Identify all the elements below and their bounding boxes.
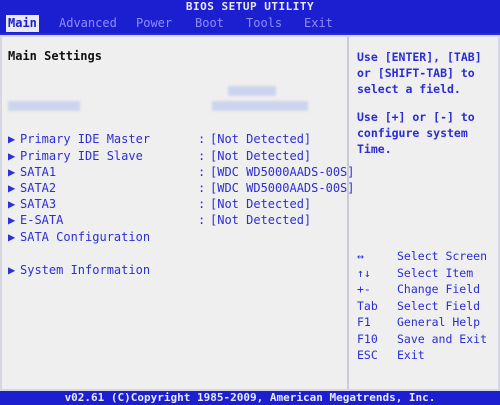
key-legend-row: F1 General Help	[357, 315, 497, 332]
system-date-value-blurred[interactable]	[212, 101, 308, 111]
menu-item-e-sata[interactable]: ▶ E-SATA	[8, 213, 63, 227]
menu-item-label: SATA2	[20, 181, 57, 195]
tab-advanced[interactable]: Advanced	[57, 15, 119, 32]
tab-tools[interactable]: Tools	[244, 15, 284, 32]
key-action: Change Field	[397, 282, 481, 296]
submenu-arrow-icon: ▶	[8, 263, 16, 277]
tab-exit[interactable]: Exit	[302, 15, 335, 32]
copyright-footer: v02.61 (C)Copyright 1985-2009, American …	[0, 391, 500, 405]
submenu-arrow-icon: ▶	[8, 181, 16, 195]
submenu-arrow-icon: ▶	[8, 132, 16, 146]
menu-item-value: [Not Detected]	[210, 197, 312, 211]
menu-item-sata2[interactable]: ▶ SATA2	[8, 181, 56, 195]
key-action: Exit	[397, 348, 425, 362]
menu-item-value: [WDC WD5000AADS-00S]	[210, 165, 355, 179]
menu-bar: Main Advanced Power Boot Tools Exit	[0, 14, 500, 33]
submenu-arrow-icon: ▶	[8, 230, 16, 244]
separator: :	[198, 181, 206, 195]
menu-item-label: SATA Configuration	[20, 230, 151, 244]
system-date-label-blurred	[8, 101, 80, 111]
menu-item-value: [Not Detected]	[210, 213, 312, 227]
key-legend-row: Tab Select Field	[357, 299, 497, 316]
key-legend-row: +- Change Field	[357, 282, 497, 299]
window-title: BIOS SETUP UTILITY	[0, 0, 500, 14]
key-legend-row: F10 Save and Exit	[357, 332, 497, 349]
menu-item-primary-ide-master[interactable]: ▶ Primary IDE Master	[8, 132, 150, 146]
help-pane: Use [ENTER], [TAB] or [SHIFT-TAB] to sel…	[349, 37, 498, 389]
menu-item-label: Primary IDE Master	[20, 132, 151, 146]
menu-item-primary-ide-slave[interactable]: ▶ Primary IDE Slave	[8, 149, 143, 163]
separator: :	[198, 197, 206, 211]
key-legend: ↔ Select Screen ↑↓ Select Item +- Change Fi…	[357, 249, 497, 365]
menu-item-value: [WDC WD5000AADS-00S]	[210, 181, 355, 195]
submenu-arrow-icon: ▶	[8, 165, 16, 179]
tab-key: Tab	[357, 298, 378, 313]
main-panel: Main Settings ▶ Primary IDE Master : [Not…	[0, 35, 500, 391]
help-text: Use [ENTER], [TAB] or [SHIFT-TAB] to sel…	[357, 49, 495, 169]
page-title: Main Settings	[8, 49, 102, 63]
menu-item-value: [Not Detected]	[210, 132, 312, 146]
menu-item-label: SATA1	[20, 165, 57, 179]
f10-key: F10	[357, 331, 378, 346]
menu-item-sata3[interactable]: ▶ SATA3	[8, 197, 56, 211]
left-right-arrows-icon: ↔	[357, 249, 364, 263]
key-action: Save and Exit	[397, 331, 488, 346]
up-down-arrows-icon: ↑↓	[357, 265, 371, 280]
separator: :	[198, 213, 206, 227]
menu-item-system-information[interactable]: ▶ System Information	[8, 263, 150, 277]
f1-key: F1	[357, 315, 371, 329]
help-line: Use [ENTER], [TAB] or [SHIFT-TAB] to sel…	[357, 50, 482, 96]
key-legend-row: ESC Exit	[357, 348, 497, 365]
menu-item-sata1[interactable]: ▶ SATA1	[8, 165, 56, 179]
submenu-arrow-icon: ▶	[8, 197, 16, 211]
menu-item-label: SATA3	[20, 197, 57, 211]
plus-minus-key: +-	[357, 282, 371, 296]
separator: :	[198, 149, 206, 163]
menu-item-label: System Information	[20, 263, 151, 277]
esc-key: ESC	[357, 348, 378, 362]
tab-main[interactable]: Main	[6, 15, 39, 32]
system-time-blurred[interactable]	[228, 86, 276, 96]
key-legend-row: ↔ Select Screen	[357, 249, 497, 266]
help-line: Use [+] or [-] to configure system Time.	[357, 110, 475, 156]
key-action: Select Item	[397, 265, 474, 280]
separator: :	[198, 165, 206, 179]
menu-item-label: Primary IDE Slave	[20, 149, 143, 163]
key-action: General Help	[397, 315, 481, 329]
key-action: Select Field	[397, 298, 481, 313]
tab-boot[interactable]: Boot	[193, 15, 226, 32]
submenu-arrow-icon: ▶	[8, 149, 16, 163]
key-legend-row: ↑↓ Select Item	[357, 266, 497, 283]
key-action: Select Screen	[397, 249, 488, 263]
settings-pane: Main Settings ▶ Primary IDE Master : [Not…	[2, 37, 355, 389]
submenu-arrow-icon: ▶	[8, 213, 16, 227]
tab-power[interactable]: Power	[134, 15, 174, 32]
menu-item-value: [Not Detected]	[210, 149, 312, 163]
menu-item-label: E-SATA	[20, 213, 64, 227]
menu-item-sata-configuration[interactable]: ▶ SATA Configuration	[8, 230, 150, 244]
separator: :	[198, 132, 206, 146]
